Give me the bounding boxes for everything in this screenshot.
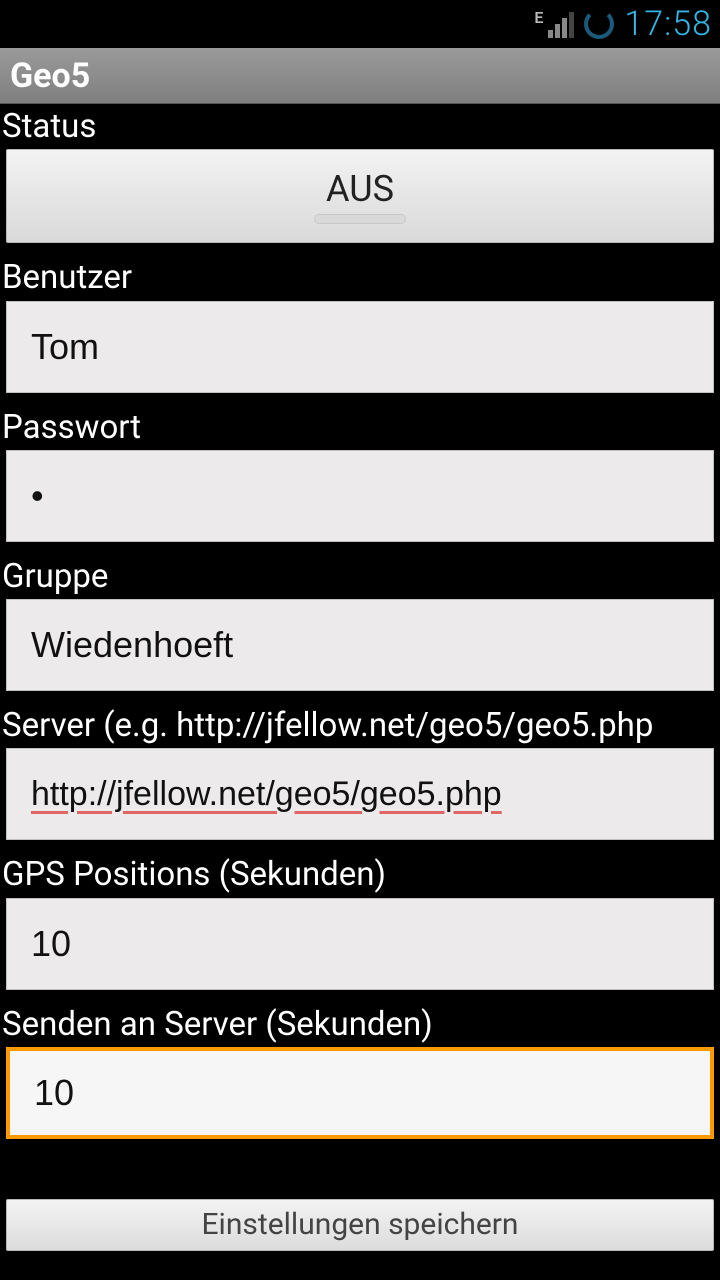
signal-strength-icon (548, 10, 574, 38)
send-interval-input[interactable] (6, 1047, 714, 1139)
clock: 17:58 (624, 4, 712, 44)
send-interval-label: Senden an Server (Sekunden) (0, 1002, 720, 1047)
server-input[interactable] (6, 748, 714, 840)
network-type-label: E (534, 8, 544, 27)
settings-form: Status AUS Benutzer Passwort Gruppe Serv… (0, 104, 720, 1251)
gps-interval-input[interactable] (6, 898, 714, 990)
user-label: Benutzer (0, 255, 720, 300)
status-toggle-value: AUS (326, 168, 394, 210)
status-toggle[interactable]: AUS (6, 149, 714, 243)
server-label: Server (e.g. http://jfellow.net/geo5/geo… (0, 703, 720, 748)
sync-spinner-icon (584, 9, 614, 39)
group-label: Gruppe (0, 554, 720, 599)
status-label: Status (0, 104, 720, 149)
save-settings-button[interactable]: Einstellungen speichern (6, 1199, 714, 1251)
gps-interval-label: GPS Positions (Sekunden) (0, 852, 720, 897)
toggle-indicator (314, 214, 406, 224)
group-input[interactable] (6, 599, 714, 691)
app-title-bar: Geo5 (0, 48, 720, 104)
password-input[interactable] (6, 450, 714, 542)
save-settings-button-label: Einstellungen speichern (202, 1207, 519, 1242)
password-label: Passwort (0, 405, 720, 450)
app-title: Geo5 (10, 56, 90, 96)
user-input[interactable] (6, 301, 714, 393)
android-status-bar: E 17:58 (0, 0, 720, 48)
